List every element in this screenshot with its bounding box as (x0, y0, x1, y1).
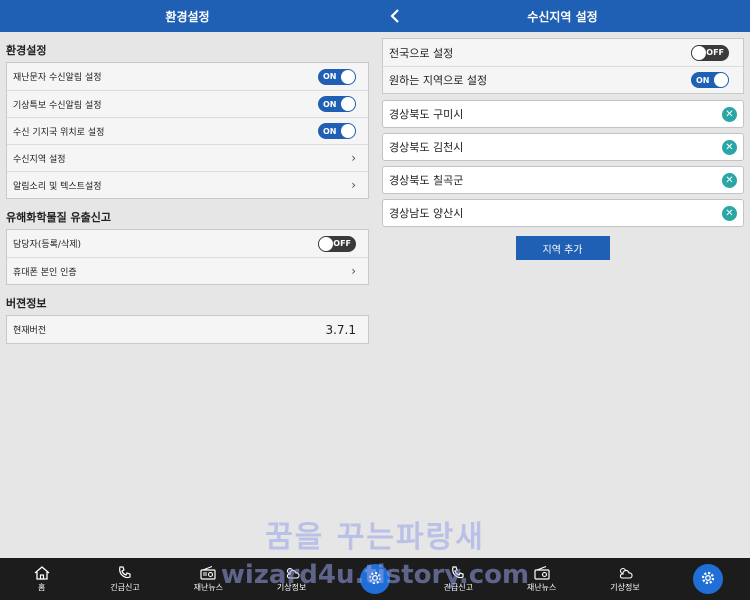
row-label: 담당자(등록/삭제) (13, 240, 82, 250)
row-phone-auth[interactable]: 휴대폰 본인 인증 › (7, 257, 368, 284)
region-item: 경상남도 양산시 ✕ (382, 199, 744, 227)
row-base-station: 수신 기지국 위치로 설정 ON (7, 117, 368, 144)
section-title-chemical: 유해화학물질 유출신고 (6, 211, 112, 224)
chevron-left-icon (390, 9, 399, 23)
row-label: 수신 기지국 위치로 설정 (13, 127, 105, 138)
region-item: 경상북도 칠곡군 ✕ (382, 166, 744, 194)
settings-panel: 환경설정 환경설정 재난문자 수신알림 설정 ON 기상특보 수신알림 설정 O… (0, 0, 375, 558)
page-title: 수신지역 설정 (527, 9, 598, 24)
toggle-state: ON (323, 99, 337, 109)
row-sound-text[interactable]: 알림소리 및 텍스트설정 › (7, 171, 368, 198)
row-label: 휴대폰 본인 인증 (13, 267, 77, 278)
toggle-state: ON (323, 126, 337, 136)
section-title-settings: 환경설정 (6, 44, 47, 57)
row-label: 원하는 지역으로 설정 (389, 74, 488, 87)
watermark-title: 꿈을 꾸는파랑새 (265, 520, 485, 555)
settings-header: 환경설정 (0, 0, 375, 32)
row-region-settings[interactable]: 수신지역 설정 › (7, 144, 368, 171)
manager-toggle[interactable]: OFF (318, 235, 356, 252)
add-region-button[interactable]: 지역 추가 (515, 236, 610, 260)
region-list: 경상북도 구미시 ✕ 경상북도 김천시 ✕ 경상북도 칠곡군 ✕ 경상남도 양산… (375, 100, 750, 227)
row-label: 수신지역 설정 (13, 154, 66, 165)
region-panel: 수신지역 설정 전국으로 설정 OFF 원하는 지역으로 설정 ON 경상북도 … (375, 0, 750, 558)
chevron-right-icon: › (351, 178, 356, 192)
row-manager: 담당자(등록/삭제) OFF (7, 230, 368, 257)
toggle-state: OFF (333, 239, 351, 248)
custom-region-toggle[interactable]: ON (691, 72, 729, 88)
region-header: 수신지역 설정 (375, 0, 750, 32)
region-item: 경상북도 김천시 ✕ (382, 133, 744, 161)
base-station-toggle[interactable]: ON (318, 123, 356, 139)
delete-icon[interactable]: ✕ (722, 172, 737, 188)
settings-card: 재난문자 수신알림 설정 ON 기상특보 수신알림 설정 ON 수신 기지국 위… (6, 62, 369, 199)
toggle-state: ON (323, 72, 337, 81)
row-label: 기상특보 수신알림 설정 (13, 100, 102, 111)
row-label: 재난문자 수신알림 설정 (13, 73, 102, 83)
version-card: 현재버전 3.7.1 (6, 315, 369, 344)
chevron-right-icon: › (351, 151, 356, 165)
watermark-url: wizard4u.tistory.com (220, 560, 530, 590)
region-item: 경상북도 구미시 ✕ (382, 100, 744, 128)
version-value: 3.7.1 (325, 322, 356, 337)
delete-icon[interactable]: ✕ (722, 106, 737, 122)
row-current-version: 현재버전 3.7.1 (7, 316, 368, 343)
chemical-card: 담당자(등록/삭제) OFF 휴대폰 본인 인증 › (6, 229, 369, 285)
page-title: 환경설정 (165, 9, 210, 24)
delete-icon[interactable]: ✕ (722, 139, 737, 155)
row-weather-alert: 기상특보 수신알림 설정 ON (7, 90, 368, 117)
row-nationwide: 전국으로 설정 OFF (383, 39, 743, 66)
row-label: 현재버전 (13, 326, 47, 336)
toggle-state: OFF (706, 48, 724, 57)
row-label: 전국으로 설정 (389, 46, 454, 60)
row-label: 알림소리 및 텍스트설정 (13, 181, 102, 192)
row-disaster-alert: 재난문자 수신알림 설정 ON (7, 63, 368, 90)
chevron-right-icon: › (351, 264, 356, 278)
section-title-version: 버젼정보 (6, 297, 47, 310)
region-label: 경상북도 구미시 (389, 108, 464, 121)
weather-alert-toggle[interactable]: ON (318, 96, 356, 112)
row-custom-region: 원하는 지역으로 설정 ON (383, 66, 743, 93)
back-button[interactable] (385, 5, 405, 27)
region-label: 경상북도 김천시 (389, 141, 464, 154)
nationwide-toggle[interactable]: OFF (691, 44, 729, 61)
region-mode-card: 전국으로 설정 OFF 원하는 지역으로 설정 ON (382, 38, 744, 94)
region-label: 경상북도 칠곡군 (389, 174, 464, 187)
disaster-alert-toggle[interactable]: ON (318, 68, 356, 85)
toggle-state: ON (696, 75, 710, 85)
region-label: 경상남도 양산시 (389, 207, 464, 220)
delete-icon[interactable]: ✕ (722, 205, 737, 221)
